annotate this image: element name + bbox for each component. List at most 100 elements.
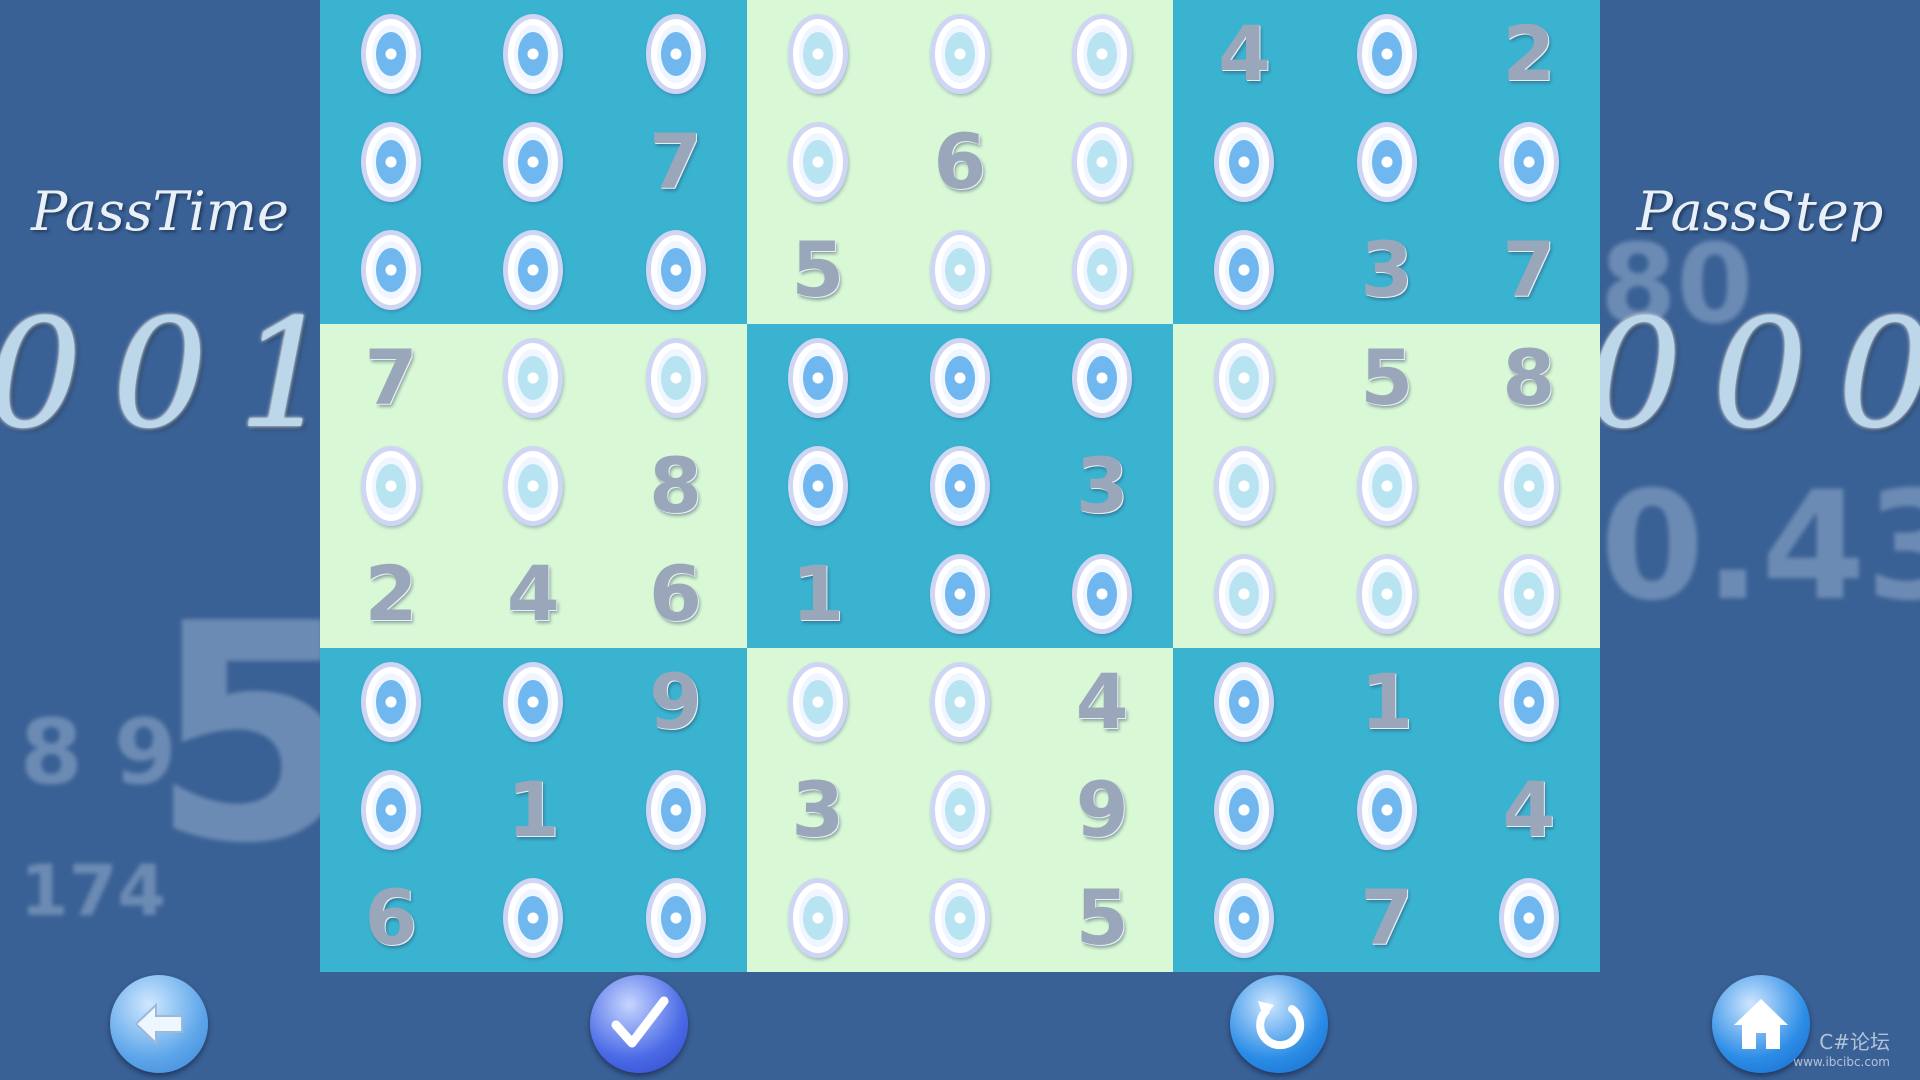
empty-cell[interactable] — [1031, 540, 1173, 648]
number-cell[interactable]: 6 — [889, 108, 1031, 216]
empty-cell[interactable] — [462, 108, 604, 216]
empty-cell[interactable] — [1031, 108, 1173, 216]
empty-cell[interactable] — [1458, 648, 1600, 756]
empty-cell[interactable] — [1316, 0, 1458, 108]
empty-cell[interactable] — [1316, 540, 1458, 648]
number-cell[interactable]: 5 — [1316, 324, 1458, 432]
empty-cell[interactable] — [1173, 216, 1315, 324]
number-cell[interactable]: 5 — [747, 216, 889, 324]
empty-cell[interactable] — [889, 864, 1031, 972]
empty-cell[interactable] — [604, 756, 746, 864]
empty-cell[interactable] — [1173, 864, 1315, 972]
cell-number: 2 — [1502, 9, 1556, 98]
empty-cell[interactable] — [320, 756, 462, 864]
empty-cell[interactable] — [320, 108, 462, 216]
number-cell[interactable]: 3 — [1316, 216, 1458, 324]
empty-cell[interactable] — [747, 864, 889, 972]
empty-cell[interactable] — [747, 108, 889, 216]
empty-cell[interactable] — [1316, 432, 1458, 540]
empty-cell[interactable] — [1173, 648, 1315, 756]
flower-icon — [1229, 140, 1260, 184]
empty-cell[interactable] — [1316, 108, 1458, 216]
empty-cell[interactable] — [889, 648, 1031, 756]
empty-cell[interactable] — [320, 216, 462, 324]
empty-cell-icon — [1214, 878, 1275, 958]
empty-cell-icon — [361, 14, 422, 94]
empty-cell[interactable] — [1458, 432, 1600, 540]
flower-icon — [376, 32, 407, 76]
empty-cell[interactable] — [1316, 756, 1458, 864]
empty-cell[interactable] — [747, 432, 889, 540]
empty-cell[interactable] — [747, 324, 889, 432]
empty-cell[interactable] — [1458, 540, 1600, 648]
empty-cell[interactable] — [1458, 864, 1600, 972]
flower-icon — [944, 680, 975, 724]
number-cell[interactable]: 3 — [1031, 432, 1173, 540]
number-cell[interactable]: 1 — [1316, 648, 1458, 756]
empty-cell[interactable] — [747, 648, 889, 756]
empty-cell[interactable] — [889, 216, 1031, 324]
empty-cell[interactable] — [462, 216, 604, 324]
home-icon — [1734, 999, 1788, 1049]
empty-cell[interactable] — [462, 324, 604, 432]
empty-cell[interactable] — [889, 0, 1031, 108]
number-cell[interactable]: 6 — [604, 540, 746, 648]
number-cell[interactable]: 3 — [747, 756, 889, 864]
empty-cell[interactable] — [889, 756, 1031, 864]
number-cell[interactable]: 5 — [1031, 864, 1173, 972]
flower-icon — [1229, 896, 1260, 940]
empty-cell[interactable] — [1173, 108, 1315, 216]
empty-cell[interactable] — [1173, 432, 1315, 540]
empty-cell[interactable] — [889, 432, 1031, 540]
empty-cell[interactable] — [462, 864, 604, 972]
sudoku-block: 4 3 9 5 — [746, 648, 1174, 972]
empty-cell[interactable] — [320, 648, 462, 756]
number-cell[interactable]: 8 — [1458, 324, 1600, 432]
empty-cell-icon — [1214, 122, 1275, 202]
number-cell[interactable]: 7 — [604, 108, 746, 216]
empty-cell[interactable] — [320, 432, 462, 540]
empty-cell[interactable] — [1173, 540, 1315, 648]
number-cell[interactable]: 7 — [1316, 864, 1458, 972]
pass-time-digit: 0 — [0, 300, 82, 450]
empty-cell[interactable] — [1173, 324, 1315, 432]
cell-number: 9 — [1075, 765, 1129, 854]
empty-cell[interactable] — [462, 0, 604, 108]
empty-cell-icon — [929, 338, 990, 418]
number-cell[interactable]: 2 — [320, 540, 462, 648]
empty-cell[interactable] — [1031, 0, 1173, 108]
empty-cell[interactable] — [462, 648, 604, 756]
number-cell[interactable]: 2 — [1458, 0, 1600, 108]
number-cell[interactable]: 1 — [747, 540, 889, 648]
empty-cell-icon — [1356, 446, 1417, 526]
number-cell[interactable]: 1 — [462, 756, 604, 864]
empty-cell[interactable] — [1173, 756, 1315, 864]
empty-cell[interactable] — [1031, 324, 1173, 432]
empty-cell[interactable] — [462, 432, 604, 540]
empty-cell[interactable] — [1458, 108, 1600, 216]
number-cell[interactable]: 6 — [320, 864, 462, 972]
empty-cell[interactable] — [320, 0, 462, 108]
empty-cell[interactable] — [604, 324, 746, 432]
number-cell[interactable]: 4 — [1173, 0, 1315, 108]
number-cell[interactable]: 9 — [1031, 756, 1173, 864]
empty-cell[interactable] — [747, 0, 889, 108]
number-cell[interactable]: 7 — [320, 324, 462, 432]
number-cell[interactable]: 4 — [462, 540, 604, 648]
flower-icon — [660, 896, 691, 940]
number-cell[interactable]: 9 — [604, 648, 746, 756]
empty-cell[interactable] — [604, 216, 746, 324]
check-button[interactable] — [590, 975, 688, 1073]
flower-icon — [376, 248, 407, 292]
empty-cell[interactable] — [604, 864, 746, 972]
back-button[interactable] — [110, 975, 208, 1073]
number-cell[interactable]: 8 — [604, 432, 746, 540]
empty-cell[interactable] — [604, 0, 746, 108]
number-cell[interactable]: 4 — [1458, 756, 1600, 864]
reset-button[interactable] — [1230, 975, 1328, 1073]
empty-cell[interactable] — [889, 324, 1031, 432]
empty-cell[interactable] — [1031, 216, 1173, 324]
number-cell[interactable]: 7 — [1458, 216, 1600, 324]
number-cell[interactable]: 4 — [1031, 648, 1173, 756]
empty-cell[interactable] — [889, 540, 1031, 648]
